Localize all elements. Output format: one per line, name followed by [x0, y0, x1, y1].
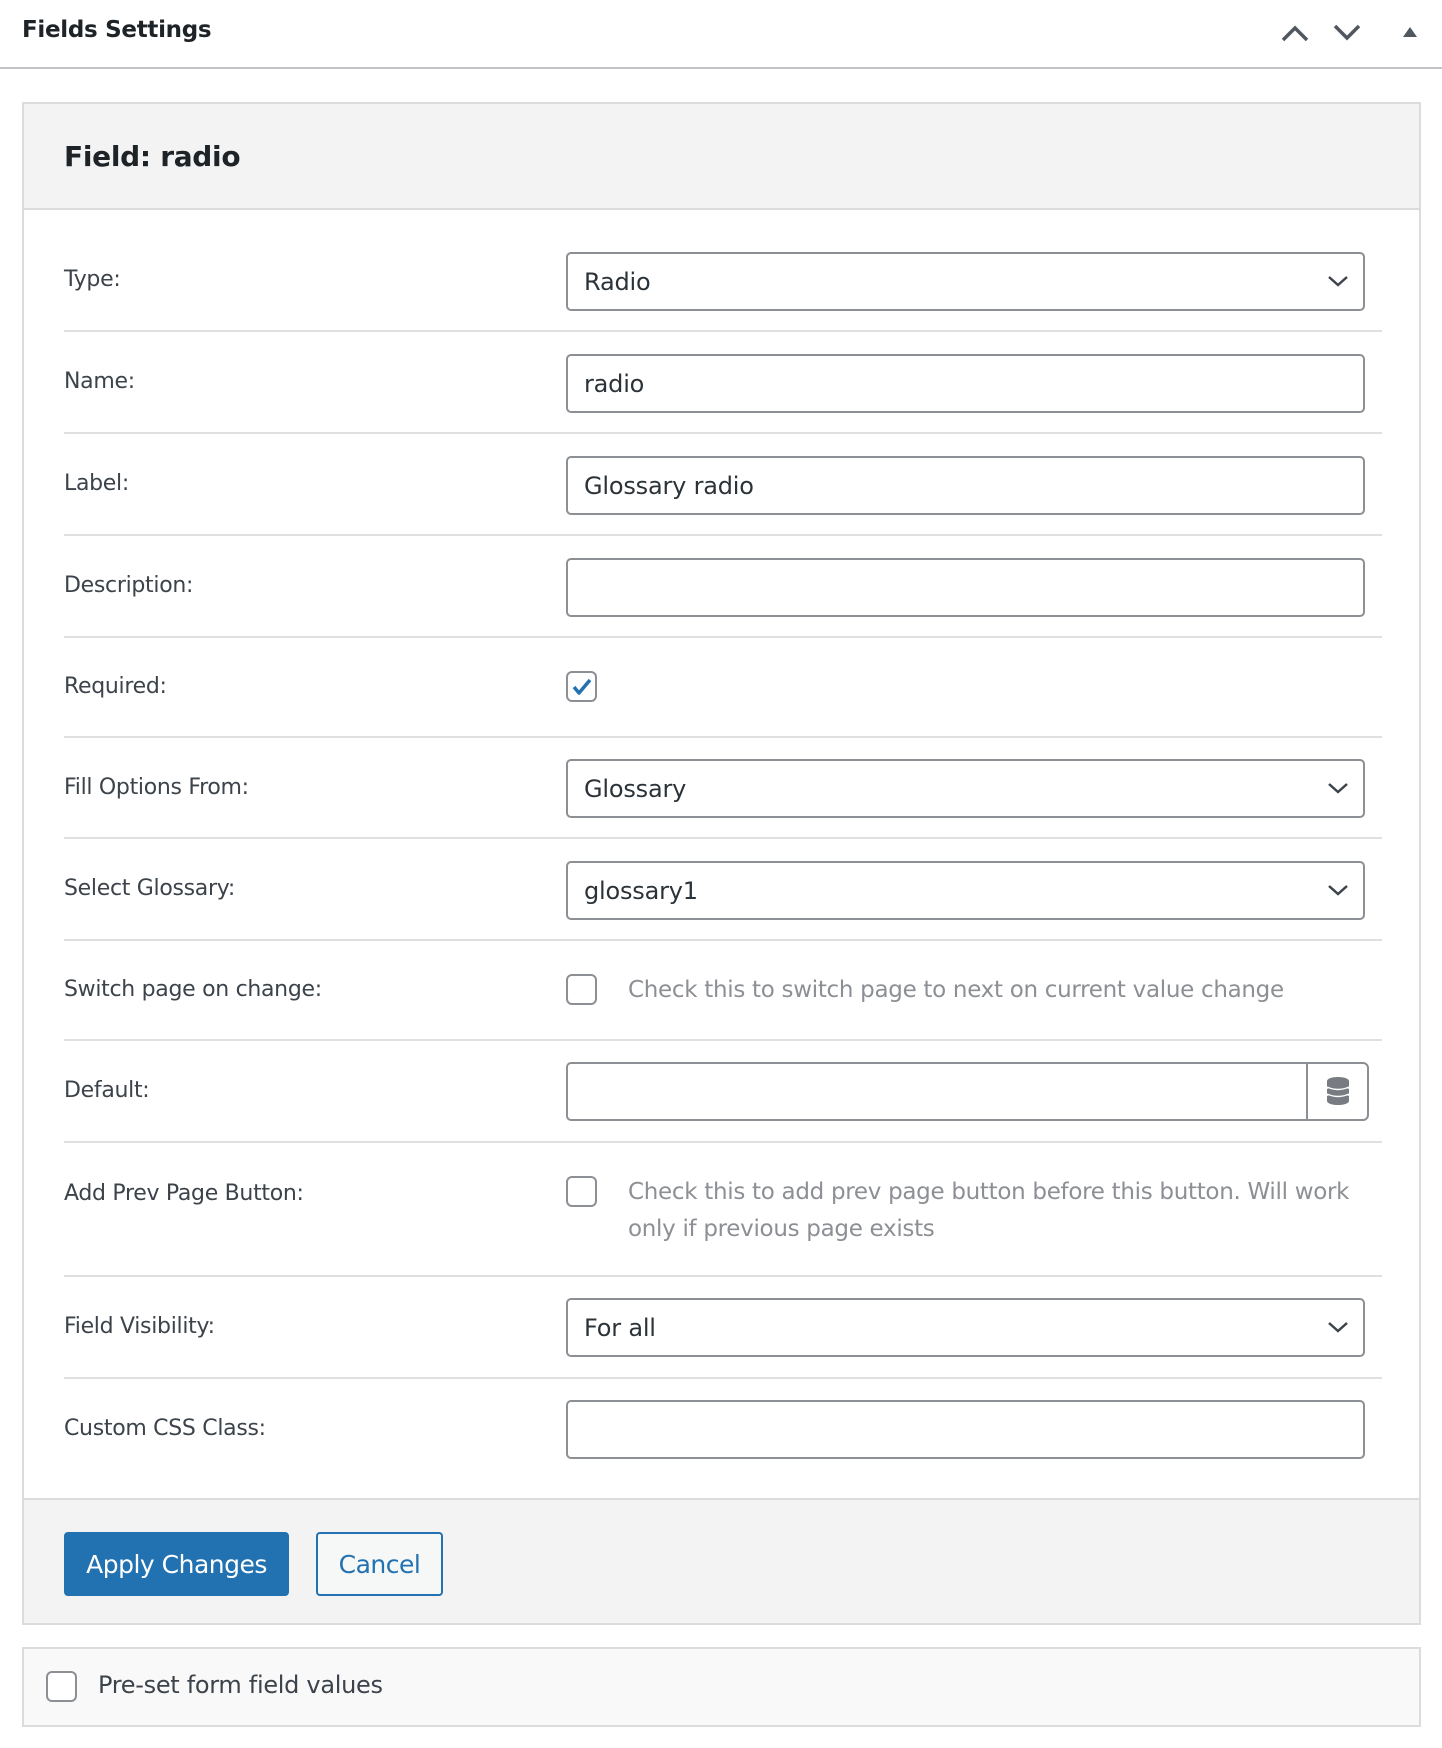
- required-label: Required:: [64, 674, 167, 699]
- select-glossary-select[interactable]: glossary1: [566, 861, 1365, 920]
- panel-header: Field: radio: [24, 104, 1419, 210]
- chevron-down-icon: [1328, 885, 1348, 896]
- panel-footer: Apply Changes Cancel: [24, 1498, 1419, 1623]
- move-up-button[interactable]: [1278, 18, 1312, 48]
- row-field-visibility: Field Visibility: For all: [64, 1277, 1382, 1379]
- field-visibility-value: For all: [584, 1314, 656, 1342]
- toggle-panel-button[interactable]: [1393, 18, 1427, 48]
- name-input[interactable]: radio: [566, 354, 1365, 413]
- row-fill-options-from: Fill Options From: Glossary: [64, 738, 1382, 839]
- add-prev-page-label: Add Prev Page Button:: [64, 1181, 304, 1206]
- row-select-glossary: Select Glossary: glossary1: [64, 839, 1382, 941]
- description-input[interactable]: [566, 558, 1365, 617]
- checkmark-icon: [572, 678, 592, 695]
- default-input[interactable]: [566, 1062, 1369, 1121]
- row-custom-css-class: Custom CSS Class:: [64, 1379, 1382, 1496]
- preset-values-label: Pre-set form field values: [98, 1671, 383, 1699]
- name-label: Name:: [64, 369, 135, 394]
- custom-css-class-input[interactable]: [566, 1400, 1365, 1459]
- chevron-down-icon: [1333, 24, 1361, 41]
- preset-values-box: Pre-set form field values: [22, 1647, 1421, 1727]
- type-label: Type:: [64, 267, 121, 292]
- type-select[interactable]: Radio: [566, 252, 1365, 311]
- select-glossary-value: glossary1: [584, 877, 698, 905]
- label-input-value: Glossary radio: [584, 472, 754, 500]
- add-prev-page-hint: Check this to add prev page button befor…: [628, 1179, 1350, 1242]
- field-settings-panel: Field: radio Type: Radio Name: radio Lab…: [22, 102, 1421, 1625]
- postbox-header: Fields Settings: [0, 0, 1442, 69]
- database-button[interactable]: [1306, 1062, 1369, 1121]
- field-visibility-label: Field Visibility:: [64, 1314, 215, 1339]
- name-input-value: radio: [584, 370, 645, 398]
- default-label: Default:: [64, 1078, 150, 1103]
- cancel-button[interactable]: Cancel: [316, 1532, 443, 1596]
- type-select-value: Radio: [584, 268, 651, 296]
- label-label: Label:: [64, 471, 129, 496]
- row-switch-page: Switch page on change: Check this to swi…: [64, 941, 1382, 1041]
- move-down-button[interactable]: [1330, 18, 1364, 48]
- chevron-down-icon: [1328, 783, 1348, 794]
- label-input[interactable]: Glossary radio: [566, 456, 1365, 515]
- description-label: Description:: [64, 573, 194, 598]
- row-description: Description:: [64, 536, 1382, 638]
- select-glossary-label: Select Glossary:: [64, 876, 235, 901]
- triangle-up-icon: [1403, 27, 1417, 37]
- database-icon: [1326, 1077, 1350, 1105]
- fill-options-select-value: Glossary: [584, 775, 687, 803]
- fill-options-label: Fill Options From:: [64, 775, 249, 800]
- row-label: Label: Glossary radio: [64, 434, 1382, 536]
- preset-values-checkbox[interactable]: [46, 1671, 77, 1702]
- field-visibility-select[interactable]: For all: [566, 1298, 1365, 1357]
- switch-page-label: Switch page on change:: [64, 977, 322, 1002]
- switch-page-checkbox[interactable]: [566, 974, 597, 1005]
- row-name: Name: radio: [64, 332, 1382, 434]
- custom-css-class-label: Custom CSS Class:: [64, 1416, 266, 1441]
- chevron-down-icon: [1328, 276, 1348, 287]
- chevron-down-icon: [1328, 1322, 1348, 1333]
- row-type: Type: Radio: [64, 230, 1382, 332]
- apply-changes-button[interactable]: Apply Changes: [64, 1532, 289, 1596]
- required-checkbox[interactable]: [566, 671, 597, 702]
- switch-page-hint: Check this to switch page to next on cur…: [628, 977, 1284, 1003]
- fill-options-select[interactable]: Glossary: [566, 759, 1365, 818]
- panel-title: Field: radio: [64, 140, 241, 173]
- add-prev-page-checkbox[interactable]: [566, 1176, 597, 1207]
- row-default: Default:: [64, 1041, 1382, 1143]
- row-required: Required:: [64, 638, 1382, 738]
- postbox-title: Fields Settings: [22, 17, 212, 43]
- row-add-prev-page: Add Prev Page Button: Check this to add …: [64, 1143, 1382, 1277]
- chevron-up-icon: [1281, 25, 1309, 42]
